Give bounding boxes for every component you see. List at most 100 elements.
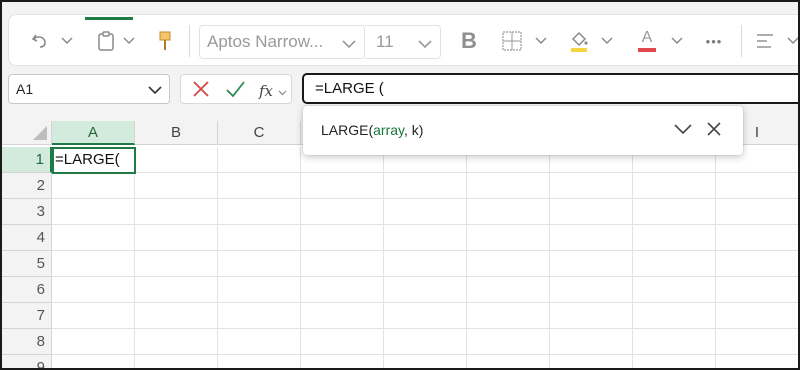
cell-d8[interactable] bbox=[301, 329, 384, 355]
row-header-7[interactable]: 7 bbox=[2, 303, 52, 329]
cell-b1[interactable] bbox=[135, 147, 218, 173]
cell-c8[interactable] bbox=[218, 329, 301, 355]
cell-b2[interactable] bbox=[135, 173, 218, 199]
font-size-dropdown[interactable]: 11 bbox=[365, 25, 441, 59]
cell-i5[interactable] bbox=[716, 251, 798, 277]
cell-e4[interactable] bbox=[384, 225, 467, 251]
cell-g4[interactable] bbox=[550, 225, 633, 251]
row-header-3[interactable]: 3 bbox=[2, 199, 52, 225]
cell-d4[interactable] bbox=[301, 225, 384, 251]
borders-dropdown-chevron-down-icon[interactable] bbox=[533, 27, 549, 55]
cell-f9[interactable] bbox=[467, 355, 550, 368]
cell-f4[interactable] bbox=[467, 225, 550, 251]
cell-b7[interactable] bbox=[135, 303, 218, 329]
cell-d5[interactable] bbox=[301, 251, 384, 277]
formula-input[interactable]: =LARGE ( bbox=[302, 73, 798, 104]
cell-f8[interactable] bbox=[467, 329, 550, 355]
row-header-5[interactable]: 5 bbox=[2, 251, 52, 277]
cell-g8[interactable] bbox=[550, 329, 633, 355]
cell-e3[interactable] bbox=[384, 199, 467, 225]
cell-f2[interactable] bbox=[467, 173, 550, 199]
cell-c7[interactable] bbox=[218, 303, 301, 329]
cell-f7[interactable] bbox=[467, 303, 550, 329]
cell-c3[interactable] bbox=[218, 199, 301, 225]
cell-e9[interactable] bbox=[384, 355, 467, 368]
cell-f5[interactable] bbox=[467, 251, 550, 277]
column-header-c[interactable]: C bbox=[218, 121, 301, 145]
column-header-b[interactable]: B bbox=[135, 121, 218, 145]
cell-i7[interactable] bbox=[716, 303, 798, 329]
cell-d7[interactable] bbox=[301, 303, 384, 329]
row-header-9[interactable]: 9 bbox=[2, 355, 52, 368]
cell-i6[interactable] bbox=[716, 277, 798, 303]
cell-a6[interactable] bbox=[52, 277, 135, 303]
cell-i3[interactable] bbox=[716, 199, 798, 225]
cell-h4[interactable] bbox=[633, 225, 716, 251]
paste-dropdown-chevron-down-icon[interactable] bbox=[121, 27, 137, 55]
cell-b5[interactable] bbox=[135, 251, 218, 277]
row-header-6[interactable]: 6 bbox=[2, 277, 52, 303]
cell-h2[interactable] bbox=[633, 173, 716, 199]
x-icon[interactable] bbox=[190, 78, 212, 105]
cell-g2[interactable] bbox=[550, 173, 633, 199]
cell-h3[interactable] bbox=[633, 199, 716, 225]
cell-b4[interactable] bbox=[135, 225, 218, 251]
fill-color-icon[interactable] bbox=[567, 27, 591, 55]
cell-b8[interactable] bbox=[135, 329, 218, 355]
cell-e6[interactable] bbox=[384, 277, 467, 303]
fx-dropdown-chevron-down-icon[interactable] bbox=[278, 83, 287, 101]
cell-d2[interactable] bbox=[301, 173, 384, 199]
cell-d6[interactable] bbox=[301, 277, 384, 303]
cell-g6[interactable] bbox=[550, 277, 633, 303]
cell-f6[interactable] bbox=[467, 277, 550, 303]
cell-c1[interactable] bbox=[218, 147, 301, 173]
chevron-down-icon[interactable] bbox=[673, 122, 693, 139]
cell-b9[interactable] bbox=[135, 355, 218, 368]
cell-a3[interactable] bbox=[52, 199, 135, 225]
row-header-4[interactable]: 4 bbox=[2, 225, 52, 251]
cell-h6[interactable] bbox=[633, 277, 716, 303]
check-icon[interactable] bbox=[224, 78, 246, 105]
cell-c4[interactable] bbox=[218, 225, 301, 251]
cell-c9[interactable] bbox=[218, 355, 301, 368]
cell-a8[interactable] bbox=[52, 329, 135, 355]
cell-c6[interactable] bbox=[218, 277, 301, 303]
fill-color-dropdown-chevron-down-icon[interactable] bbox=[599, 27, 615, 55]
cell-b6[interactable] bbox=[135, 277, 218, 303]
cell-h5[interactable] bbox=[633, 251, 716, 277]
cell-d3[interactable] bbox=[301, 199, 384, 225]
cell-e2[interactable] bbox=[384, 173, 467, 199]
row-header-2[interactable]: 2 bbox=[2, 173, 52, 199]
cell-e8[interactable] bbox=[384, 329, 467, 355]
cell-e5[interactable] bbox=[384, 251, 467, 277]
cell-g5[interactable] bbox=[550, 251, 633, 277]
format-painter-icon[interactable] bbox=[155, 27, 175, 55]
cell-f3[interactable] bbox=[467, 199, 550, 225]
cell-g7[interactable] bbox=[550, 303, 633, 329]
name-box[interactable]: A1 bbox=[8, 74, 170, 104]
cell-h9[interactable] bbox=[633, 355, 716, 368]
bold-button[interactable]: B bbox=[457, 27, 481, 55]
cell-i2[interactable] bbox=[716, 173, 798, 199]
undo-icon[interactable] bbox=[27, 27, 53, 55]
cell-g3[interactable] bbox=[550, 199, 633, 225]
active-cell-a1[interactable]: =LARGE( bbox=[52, 147, 136, 174]
cell-a4[interactable] bbox=[52, 225, 135, 251]
cell-a9[interactable] bbox=[52, 355, 135, 368]
function-name[interactable]: LARGE bbox=[321, 122, 368, 138]
cell-i9[interactable] bbox=[716, 355, 798, 368]
select-all-corner[interactable] bbox=[2, 121, 52, 145]
cell-b3[interactable] bbox=[135, 199, 218, 225]
cell-c2[interactable] bbox=[218, 173, 301, 199]
cell-i8[interactable] bbox=[716, 329, 798, 355]
borders-icon[interactable] bbox=[499, 27, 525, 55]
undo-dropdown-chevron-down-icon[interactable] bbox=[59, 27, 75, 55]
row-header-8[interactable]: 8 bbox=[2, 329, 52, 355]
cell-c5[interactable] bbox=[218, 251, 301, 277]
font-color-icon[interactable]: A bbox=[635, 27, 659, 55]
font-color-dropdown-chevron-down-icon[interactable] bbox=[669, 27, 685, 55]
column-header-a[interactable]: A bbox=[52, 121, 135, 145]
align-icon[interactable] bbox=[753, 27, 777, 55]
clipboard-icon[interactable] bbox=[95, 27, 117, 55]
close-icon[interactable] bbox=[707, 122, 721, 139]
